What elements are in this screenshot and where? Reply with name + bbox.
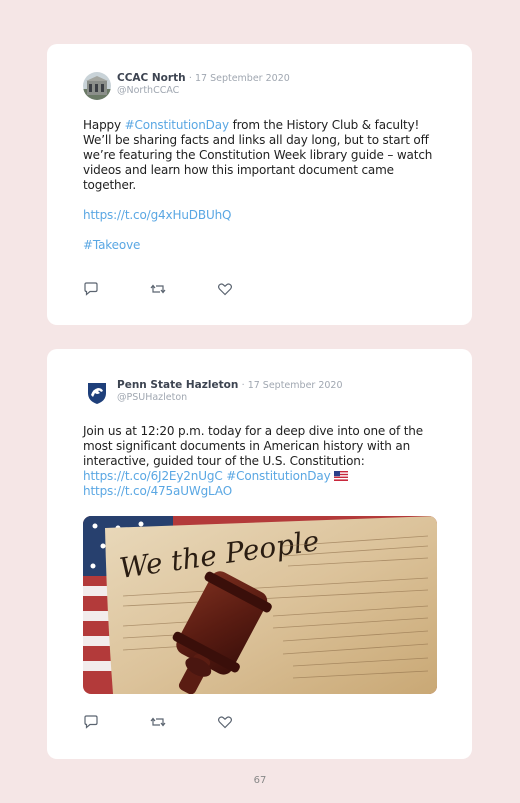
url-link[interactable]: https://t.co/g4xHuDBUhQ: [83, 208, 232, 222]
url-link[interactable]: https://t.co/475aUWgLAO: [83, 484, 232, 498]
avatar[interactable]: [83, 379, 111, 407]
tweet-image[interactable]: We the People: [83, 516, 437, 694]
author-name[interactable]: Penn State Hazleton: [117, 379, 238, 391]
tweet-text-part: Happy: [83, 118, 125, 132]
like-icon[interactable]: [217, 715, 233, 729]
tweet-header: CCAC North · 17 September 2020 @NorthCCA…: [83, 72, 290, 100]
like-icon[interactable]: [217, 282, 233, 296]
tweet-text: Join us at 12:20 p.m. today for a deep d…: [83, 424, 443, 499]
author-handle[interactable]: @PSUHazleton: [117, 392, 343, 404]
tweet-actions: [83, 715, 284, 729]
hashtag-link[interactable]: #ConstitutionDay: [226, 469, 330, 483]
post-date: · 17 September 2020: [241, 380, 343, 391]
retweet-icon[interactable]: [150, 715, 166, 729]
author-handle[interactable]: @NorthCCAC: [117, 85, 290, 97]
page-number: 67: [253, 775, 267, 786]
reply-icon[interactable]: [83, 715, 99, 729]
reply-icon[interactable]: [83, 282, 99, 296]
hashtag-link[interactable]: #Takeove: [83, 238, 140, 252]
us-flag-icon: [334, 469, 349, 483]
tweet-card: Penn State Hazleton · 17 September 2020 …: [47, 349, 472, 759]
tweet-card: CCAC North · 17 September 2020 @NorthCCA…: [47, 44, 472, 325]
post-date: · 17 September 2020: [188, 73, 290, 84]
tweet-text: Happy #ConstitutionDay from the History …: [83, 118, 443, 253]
author-name[interactable]: CCAC North: [117, 72, 186, 84]
tweet-actions: [83, 282, 284, 296]
hashtag-link[interactable]: #ConstitutionDay: [125, 118, 229, 132]
tweet-header: Penn State Hazleton · 17 September 2020 …: [83, 379, 343, 407]
tweet-text-part: Join us at 12:20 p.m. today for a deep d…: [83, 424, 423, 468]
url-link[interactable]: https://t.co/6J2Ey2nUgC: [83, 469, 223, 483]
retweet-icon[interactable]: [150, 282, 166, 296]
avatar[interactable]: [83, 72, 111, 100]
